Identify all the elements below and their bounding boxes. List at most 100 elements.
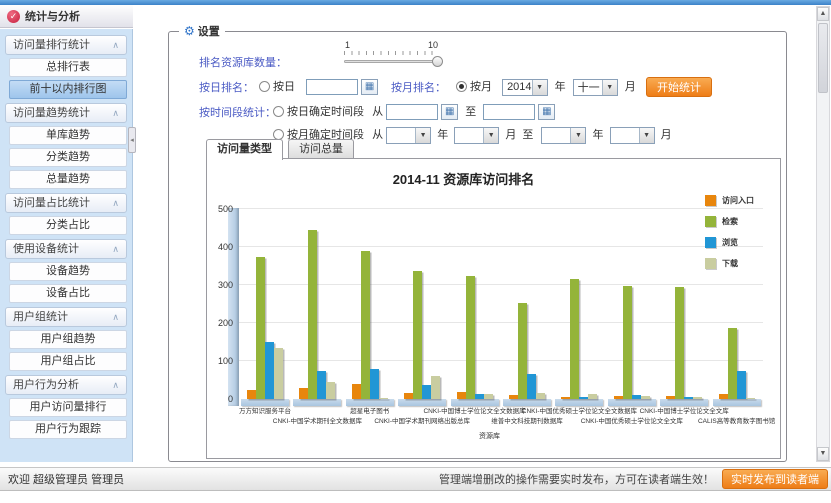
- sidebar-item[interactable]: 设备趋势: [9, 262, 127, 281]
- calendar-icon[interactable]: ▦: [361, 79, 378, 95]
- calendar-icon[interactable]: ▦: [441, 104, 458, 120]
- tab-visit-total[interactable]: 访问总量: [288, 139, 354, 159]
- bar: [684, 397, 693, 399]
- main-content: ⚙ 设置 排名资源库数量： 1 10 按日排名：: [135, 5, 831, 462]
- sidebar-item[interactable]: 设备占比: [9, 284, 127, 303]
- legend-label: 检索: [722, 216, 738, 227]
- scrollbar-thumb[interactable]: [818, 23, 828, 93]
- period-from-year-select[interactable]: ▼: [386, 127, 431, 144]
- axis-baseline: [293, 399, 341, 406]
- publish-button[interactable]: 实时发布到读者端: [722, 469, 828, 489]
- chevron-up-icon: ∧: [112, 308, 119, 326]
- sidebar-item[interactable]: 总排行表: [9, 58, 127, 77]
- accordion-label: 访问量占比统计: [13, 194, 90, 212]
- accordion-header[interactable]: 用户组统计 ∧: [5, 307, 127, 327]
- sidebar-item[interactable]: 单库趋势: [9, 126, 127, 145]
- period-from-month-select[interactable]: ▼: [454, 127, 499, 144]
- from-label: 从: [372, 106, 383, 118]
- accordion-header[interactable]: 访问量占比统计∧: [5, 193, 127, 213]
- sidebar-item[interactable]: 用户组占比: [9, 352, 127, 371]
- year-suffix: 年: [555, 81, 566, 93]
- bar: [413, 271, 422, 399]
- slider-track[interactable]: [344, 60, 439, 63]
- chevron-up-icon: ∧: [112, 376, 119, 394]
- sidebar-item[interactable]: 分类占比: [9, 216, 127, 235]
- period-label: 按时间段统计：: [199, 107, 276, 119]
- month-select[interactable]: 十一 ▼: [573, 79, 618, 96]
- calendar-icon[interactable]: ▦: [538, 104, 555, 120]
- accordion-header[interactable]: 访问量排行统计∧: [5, 35, 127, 55]
- legend-swatch: [705, 258, 716, 269]
- bar: [352, 384, 361, 399]
- bar: [623, 286, 632, 399]
- month-rank-radio[interactable]: [456, 81, 467, 92]
- legend-swatch: [705, 216, 716, 227]
- sidebar-collapse-handle[interactable]: ◂: [128, 127, 136, 153]
- period-day-radio-label: 按日确定时间段: [287, 106, 364, 118]
- chevron-up-icon: ∧: [112, 240, 119, 258]
- period-to-month-select[interactable]: ▼: [610, 127, 655, 144]
- x-axis-label: CNKI-中国优秀硕士学位论文全文库: [581, 415, 683, 425]
- accordion-header[interactable]: 访问量趋势统计∧: [5, 103, 127, 123]
- chevron-down-icon: ▼: [483, 128, 498, 143]
- slider-max-label: 10: [428, 40, 438, 50]
- gridline: [239, 360, 763, 361]
- y-axis: [228, 208, 239, 406]
- chevron-up-icon: ∧: [112, 104, 119, 122]
- sidebar-item[interactable]: 用户行为跟踪: [9, 420, 127, 439]
- day-rank-date-input[interactable]: [306, 79, 358, 95]
- accordion-header[interactable]: 使用设备统计∧: [5, 239, 127, 259]
- year-select[interactable]: 2014 ▼: [502, 79, 547, 96]
- chevron-down-icon: ▼: [639, 128, 654, 143]
- accordion-header[interactable]: 用户行为分析∧: [5, 375, 127, 395]
- tab-visit-type[interactable]: 访问量类型: [206, 139, 283, 160]
- bar: [632, 395, 641, 399]
- chart-legend: 访问入口检索浏览下载: [705, 195, 754, 269]
- bar: [308, 230, 317, 399]
- welcome-text: 欢迎 超级管理员 管理员: [0, 471, 124, 487]
- x-axis-title: 资源库: [479, 431, 500, 441]
- bar: [265, 342, 274, 399]
- start-statistics-button[interactable]: 开始统计: [646, 77, 712, 97]
- rank-count-slider: 1 10: [344, 40, 439, 63]
- vertical-scrollbar[interactable]: ▲ ▼: [816, 6, 830, 462]
- period-to-date-input[interactable]: [483, 104, 535, 120]
- slider-handle[interactable]: [432, 56, 443, 67]
- bar: [693, 397, 702, 399]
- x-axis-label: CNKI-中国博士学位论文全文数据库: [423, 405, 525, 415]
- bar: [588, 394, 597, 399]
- bar: [317, 371, 326, 400]
- sidebar-item[interactable]: 用户访问量排行: [9, 398, 127, 417]
- plot-area: 资源库 0100200300400500万方知识服务平台CNKI-中国学术期刊全…: [239, 209, 763, 399]
- bar: [641, 396, 650, 399]
- period-from-date-input[interactable]: [386, 104, 438, 120]
- settings-panel: ⚙ 设置 排名资源库数量： 1 10 按日排名：: [168, 31, 787, 462]
- check-icon: ✓: [7, 10, 20, 23]
- sidebar-header: ✓ 统计与分析: [0, 5, 133, 28]
- day-rank-radio[interactable]: [259, 81, 270, 92]
- x-axis-label: CALIS高等教育数字图书馆: [698, 415, 775, 425]
- bar: [379, 398, 388, 399]
- publish-notice: 管理端增删改的操作需要实时发布，方可在读者端生效！: [439, 471, 714, 487]
- bar: [361, 251, 370, 399]
- scroll-up-icon[interactable]: ▲: [817, 7, 829, 21]
- legend-swatch: [705, 195, 716, 206]
- y-axis-tick: 500: [209, 204, 233, 214]
- period-to-year-select[interactable]: ▼: [541, 127, 586, 144]
- gridline: [239, 246, 763, 247]
- day-rank-label: 按日排名：: [199, 82, 254, 94]
- period-day-radio[interactable]: [273, 106, 284, 117]
- bar: [466, 276, 475, 400]
- bar: [666, 396, 675, 399]
- bar: [274, 348, 283, 399]
- sidebar-item[interactable]: 总量趋势: [9, 170, 127, 189]
- from-label: 从: [372, 129, 383, 141]
- x-axis-label: CNKI-中国学术期刊网络出版总库: [374, 415, 470, 425]
- sidebar-item[interactable]: 分类趋势: [9, 148, 127, 167]
- chevron-down-icon: ▼: [415, 128, 430, 143]
- sidebar-menu: 访问量排行统计∧ 总排行表前十以内排行图访问量趋势统计∧ 单库趋势分类趋势总量趋势访…: [0, 29, 133, 462]
- accordion-label: 用户组统计: [13, 308, 68, 326]
- sidebar-item[interactable]: 用户组趋势: [9, 330, 127, 349]
- sidebar-item[interactable]: 前十以内排行图: [9, 80, 127, 99]
- scroll-down-icon[interactable]: ▼: [817, 447, 829, 461]
